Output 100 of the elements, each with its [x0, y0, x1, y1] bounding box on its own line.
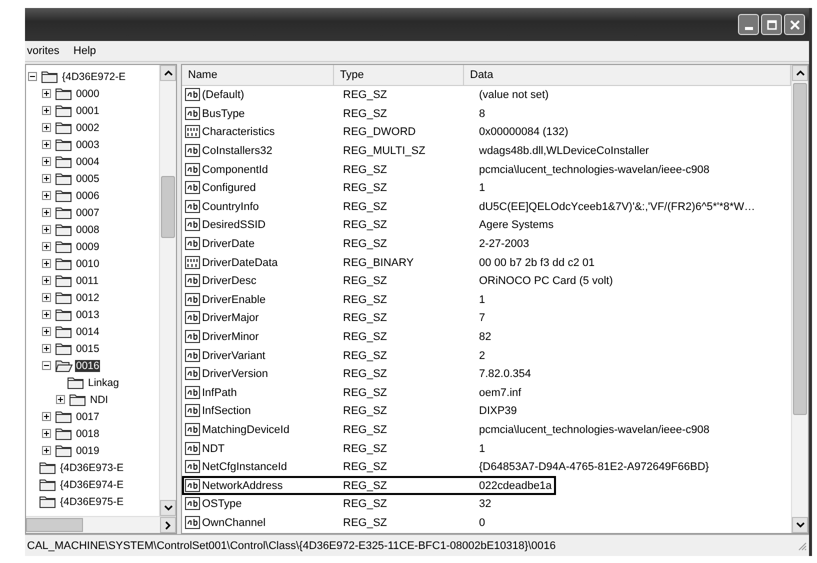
- expand-icon[interactable]: [42, 293, 51, 302]
- tree-item[interactable]: {4D36E974-E: [59, 478, 125, 490]
- value-name[interactable]: Characteristics: [202, 126, 275, 138]
- list-row[interactable]: (Default) REG_SZ (value not set): [182, 86, 791, 105]
- list-row[interactable]: BusType REG_SZ 8: [182, 104, 791, 124]
- tree-item[interactable]: {4D36E975-E: [59, 496, 125, 508]
- close-button[interactable]: [784, 14, 805, 35]
- column-header[interactable]: Name: [182, 65, 334, 85]
- expand-icon[interactable]: [42, 191, 51, 200]
- list-row[interactable]: Configured REG_SZ 1: [182, 178, 791, 198]
- expand-icon[interactable]: [42, 174, 51, 183]
- value-name[interactable]: NDT: [202, 442, 225, 455]
- expand-icon[interactable]: [42, 89, 51, 98]
- scrollbar-thumb[interactable]: [793, 83, 807, 415]
- list-row[interactable]: CountryInfo REG_SZ dU5C(EE]QELOdcYceeb1&7V)'&:,'VF/(FR2)6^5*'*8*W…: [182, 198, 791, 216]
- scroll-right-icon[interactable]: [160, 517, 176, 533]
- list-row[interactable]: DriverDesc REG_SZ ORiNOCO PC Card (5 volt): [182, 272, 791, 291]
- horizontal-scrollbar[interactable]: [26, 516, 176, 533]
- expand-icon[interactable]: [42, 412, 51, 421]
- value-name[interactable]: DriverMajor: [202, 312, 259, 324]
- value-name[interactable]: BusType: [202, 108, 245, 120]
- scroll-down-icon[interactable]: [160, 500, 176, 516]
- tree-item[interactable]: 0005: [75, 172, 100, 184]
- menu-item[interactable]: Help: [73, 45, 96, 57]
- expand-icon[interactable]: [42, 276, 51, 285]
- value-name[interactable]: DriverVariant: [202, 350, 266, 362]
- value-name[interactable]: OwnChannel: [202, 516, 266, 529]
- expand-icon[interactable]: [42, 429, 51, 438]
- list-row[interactable]: DriverVersion REG_SZ 7.82.0.354: [182, 364, 791, 384]
- scrollbar-thumb[interactable]: [161, 176, 175, 238]
- tree-item[interactable]: NDI: [89, 394, 110, 406]
- value-name[interactable]: DriverMinor: [202, 331, 259, 344]
- value-name[interactable]: DriverDateData: [202, 256, 278, 269]
- expand-icon[interactable]: [42, 140, 51, 149]
- expand-icon[interactable]: [42, 344, 51, 353]
- value-name[interactable]: NetCfgInstanceId: [202, 461, 287, 474]
- list-row[interactable]: Characteristics REG_DWORD 0x00000084 (132): [182, 123, 791, 142]
- list-row[interactable]: NetCfgInstanceId REG_SZ {D64853A7-D94A-4765-81E2-A972649F66BD}: [182, 458, 791, 476]
- collapse-icon[interactable]: [42, 361, 51, 370]
- list-row[interactable]: DriverDate REG_SZ 2-27-2003: [182, 234, 791, 254]
- scroll-up-icon[interactable]: [792, 65, 808, 81]
- expand-icon[interactable]: [42, 327, 51, 336]
- value-name[interactable]: DriverVersion: [202, 368, 268, 380]
- expand-icon[interactable]: [42, 106, 51, 115]
- tree-item[interactable]: 0007: [75, 206, 100, 218]
- tree-item[interactable]: 0017: [75, 410, 100, 422]
- tree-item[interactable]: 0001: [75, 104, 100, 116]
- scrollbar[interactable]: [791, 65, 808, 533]
- scrollbar[interactable]: [159, 65, 176, 516]
- list-row[interactable]: DriverEnable REG_SZ 1: [182, 290, 791, 310]
- list-row[interactable]: DriverVariant REG_SZ 2: [182, 346, 791, 365]
- list-row[interactable]: OwnChannel REG_SZ 0: [182, 514, 791, 532]
- expand-icon[interactable]: [42, 157, 51, 166]
- value-name[interactable]: NetworkAddress: [202, 480, 283, 492]
- tree-item[interactable]: {4D36E972-E: [61, 70, 127, 82]
- scroll-up-icon[interactable]: [160, 65, 176, 81]
- expand-icon[interactable]: [42, 225, 51, 234]
- minimize-button[interactable]: [738, 14, 759, 35]
- value-name[interactable]: DriverEnable: [202, 294, 266, 306]
- expand-icon[interactable]: [42, 310, 51, 319]
- column-header[interactable]: Type: [334, 65, 464, 85]
- tree-item[interactable]: 0004: [75, 156, 100, 168]
- value-name[interactable]: ComponentId: [202, 164, 268, 176]
- list-row[interactable]: DriverMinor REG_SZ 82: [182, 328, 791, 346]
- list-row[interactable]: InfSection REG_SZ DIXP39: [182, 402, 791, 421]
- tree-item[interactable]: 0011: [75, 274, 100, 286]
- tree-item[interactable]: 0009: [75, 240, 100, 252]
- tree-item[interactable]: 0014: [75, 326, 100, 338]
- expand-icon[interactable]: [56, 395, 65, 404]
- tree-item[interactable]: {4D36E973-E: [59, 462, 125, 474]
- tree-item[interactable]: 0018: [75, 428, 100, 440]
- tree-item[interactable]: 0006: [75, 190, 100, 202]
- value-name[interactable]: DriverDate: [202, 238, 255, 250]
- tree-item[interactable]: Linkag: [87, 376, 120, 388]
- collapse-icon[interactable]: [28, 72, 37, 81]
- menu-item[interactable]: vorites: [27, 45, 60, 57]
- value-name[interactable]: DriverDesc: [202, 275, 256, 288]
- tree-item[interactable]: 0013: [75, 308, 100, 320]
- value-name[interactable]: InfSection: [202, 405, 251, 418]
- maximize-button[interactable]: [761, 14, 782, 35]
- expand-icon[interactable]: [42, 446, 51, 455]
- tree-item[interactable]: 0016: [75, 360, 100, 372]
- list-row[interactable]: DriverMajor REG_SZ 7: [182, 309, 791, 328]
- tree-item[interactable]: 0015: [75, 342, 100, 354]
- tree-item[interactable]: 0003: [75, 138, 100, 150]
- tree-item[interactable]: 0019: [75, 444, 100, 456]
- expand-icon[interactable]: [42, 208, 51, 217]
- value-name[interactable]: DesiredSSID: [202, 219, 266, 232]
- list-row[interactable]: ComponentId REG_SZ pcmcia\lucent_technologies-wavelan/ieee-c908: [182, 160, 791, 179]
- value-name[interactable]: OSType: [202, 498, 242, 510]
- list-row[interactable]: NDT REG_SZ 1: [182, 439, 791, 458]
- list-row[interactable]: DesiredSSID REG_SZ Agere Systems: [182, 216, 791, 235]
- expand-icon[interactable]: [42, 123, 51, 132]
- expand-icon[interactable]: [42, 259, 51, 268]
- list-row[interactable]: MatchingDeviceId REG_SZ pcmcia\lucent_technologies-wavelan/ieee-c908: [182, 420, 791, 440]
- value-name[interactable]: Configured: [202, 182, 256, 194]
- list-row[interactable]: CoInstallers32 REG_MULTI_SZ wdags48b.dll,WLDeviceCoInstaller: [182, 142, 791, 160]
- tree-item[interactable]: 0010: [75, 258, 100, 270]
- list-row[interactable]: InfPath REG_SZ oem7.inf: [182, 384, 791, 402]
- value-name[interactable]: CountryInfo: [202, 200, 259, 213]
